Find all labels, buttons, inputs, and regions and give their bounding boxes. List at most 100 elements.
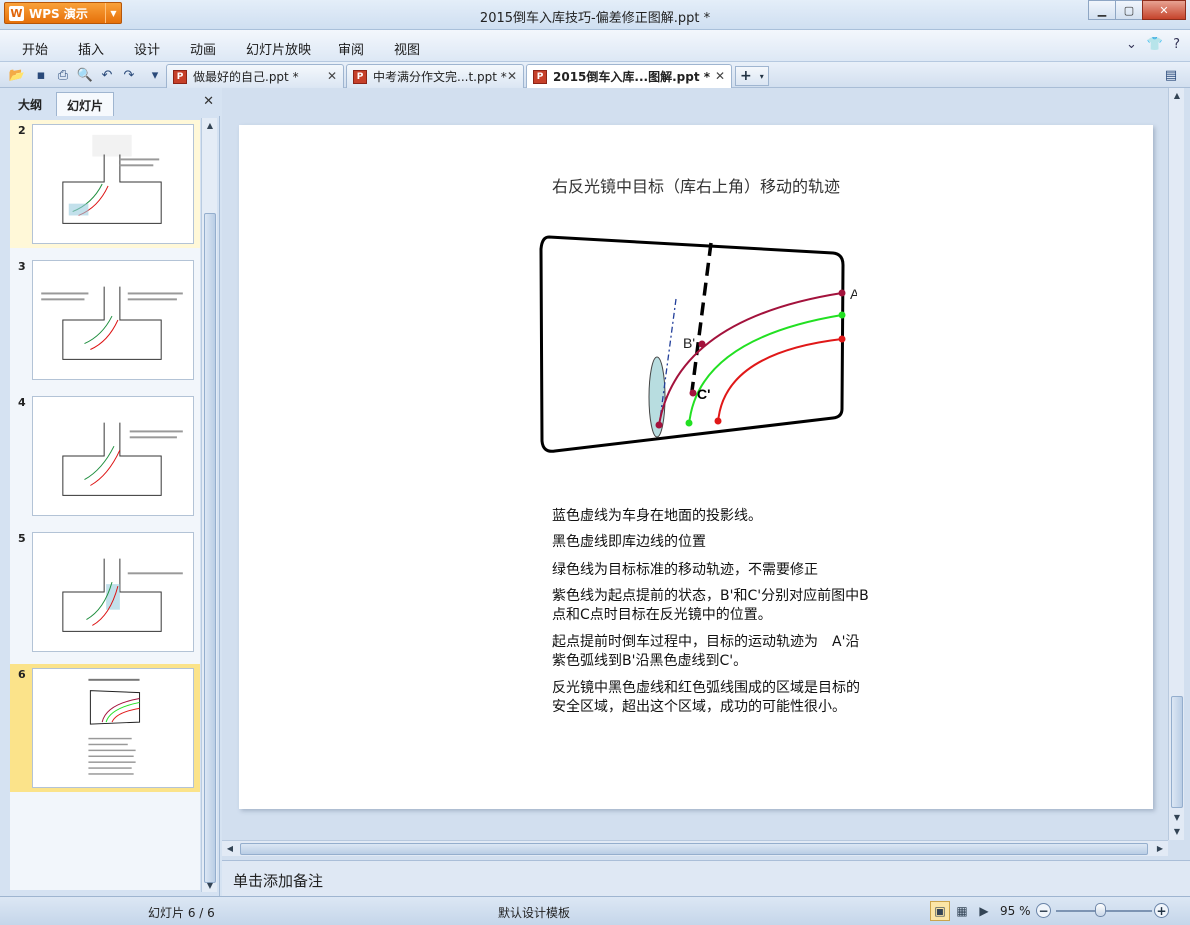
doc-tab-3[interactable]: P 2015倒车入库...图解.ppt * ✕ [526, 64, 732, 88]
close-icon[interactable]: ✕ [203, 94, 214, 109]
menu-review[interactable]: 审阅 [338, 39, 364, 58]
notes-placeholder[interactable]: 单击添加备注 [233, 870, 323, 891]
scroll-up-icon[interactable]: ▲ [202, 118, 218, 132]
slide-paragraph[interactable]: 蓝色虚线为车身在地面的投影线。 [552, 507, 882, 526]
label-b: B' [683, 335, 695, 351]
minimize-button[interactable]: ▁ [1088, 0, 1116, 20]
scrollbar-thumb[interactable] [204, 213, 216, 883]
skin-icon[interactable]: 👕 [1147, 37, 1163, 52]
slide-number: 2 [18, 124, 26, 137]
slide-counter: 幻灯片 6 / 6 [148, 906, 215, 920]
menu-insert[interactable]: 插入 [78, 39, 104, 58]
slideshow-icon[interactable]: ▶ [974, 901, 994, 921]
print-icon[interactable]: ⎙ [54, 66, 72, 84]
slide-number: 4 [18, 396, 26, 409]
menu-slideshow[interactable]: 幻灯片放映 [246, 39, 311, 58]
slide-thumbnail[interactable]: 2 [10, 120, 200, 248]
help-icon[interactable]: ? [1173, 37, 1180, 52]
slide-thumbnail[interactable]: 6 [10, 664, 200, 792]
garage-edge-dashed-line [690, 242, 713, 392]
title-bar: W WPS 演示 ▼ 2015倒车入库技巧-偏差修正图解.ppt * ▁ ▢ ✕ [0, 0, 1190, 30]
menu-view[interactable]: 视图 [394, 39, 420, 58]
doc-tab-label: 中考满分作文完...t.ppt * [373, 70, 507, 84]
tab-slides[interactable]: 幻灯片 [56, 92, 115, 116]
print-preview-icon[interactable]: 🔍 [76, 66, 94, 84]
slide-canvas[interactable]: 右反光镜中目标（库右上角）移动的轨迹 A B' C' 蓝色虚线为车身在地面的投影… [239, 125, 1153, 809]
slide-thumbnail[interactable]: 3 [10, 256, 200, 384]
editor-vertical-scrollbar[interactable]: ▲ ▼ ▼ [1168, 88, 1184, 840]
redo-icon[interactable]: ↷ [120, 66, 138, 84]
customize-dropdown-icon[interactable]: ▾ [146, 66, 164, 84]
point-green-start [685, 419, 693, 427]
close-icon[interactable]: ✕ [507, 69, 517, 83]
purple-trajectory-arc [658, 292, 843, 426]
notes-pane[interactable]: 单击添加备注 [222, 860, 1190, 896]
slide-thumbnail-list: 2 3 4 5 6 [10, 120, 200, 890]
tab-outline[interactable]: 大纲 [8, 92, 52, 116]
menu-design[interactable]: 设计 [134, 39, 160, 58]
status-bar: 幻灯片 6 / 6 默认设计模板 ▣ ▦ ▶ 95 % − + [0, 896, 1190, 925]
close-button[interactable]: ✕ [1142, 0, 1186, 20]
point-green-end [838, 311, 846, 319]
new-tab-button[interactable]: + ▾ [735, 66, 769, 86]
slide-preview [32, 532, 194, 652]
menu-home[interactable]: 开始 [22, 39, 48, 58]
ribbon-collapse-icon[interactable]: ⌄ [1126, 37, 1137, 52]
scrollbar-thumb[interactable] [240, 843, 1148, 855]
doc-tab-2[interactable]: P 中考满分作文完...t.ppt * ✕ [346, 64, 524, 88]
undo-icon[interactable]: ↶ [98, 66, 116, 84]
doc-tab-1[interactable]: P 做最好的自己.ppt * ✕ [166, 64, 344, 88]
mirror-trajectory-diagram: A' B' C' [539, 235, 857, 453]
slide-title[interactable]: 右反光镜中目标（库右上角）移动的轨迹 [239, 173, 1153, 197]
ppt-file-icon: P [533, 69, 547, 84]
save-icon[interactable]: ▪ [32, 66, 50, 84]
slide-preview [32, 124, 194, 244]
slide-preview [32, 668, 194, 788]
slides-pane: 大纲 幻灯片 ✕ 2 3 4 5 6 ▲ ▼ [0, 88, 220, 896]
thumbnail-scrollbar[interactable]: ▲ ▼ [201, 118, 217, 892]
slide-preview [32, 396, 194, 516]
slide-number: 5 [18, 532, 26, 545]
menu-animation[interactable]: 动画 [190, 39, 216, 58]
scroll-left-icon[interactable]: ◀ [222, 841, 238, 855]
quick-toolbar: 📂 ▪ ⎙ 🔍 ↶ ↷ ▾ P 做最好的自己.ppt * ✕ P 中考满分作文完… [0, 62, 1190, 88]
scrollbar-thumb[interactable] [1171, 696, 1183, 808]
slide-paragraph[interactable]: 反光镜中黑色虚线和红色弧线围成的区域是目标的安全区域，超出这个区域，成功的可能性… [552, 679, 870, 717]
window-switch-icon[interactable]: ▤ [1162, 66, 1180, 84]
next-page-icon[interactable]: ▼ [1169, 824, 1185, 838]
slide-paragraph[interactable]: 黑色虚线即库边线的位置 [552, 533, 882, 552]
point-c [689, 389, 697, 397]
chevron-down-icon[interactable]: ▾ [760, 72, 764, 81]
green-trajectory-arc [688, 314, 843, 426]
slide-thumbnail[interactable]: 4 [10, 392, 200, 520]
maximize-button[interactable]: ▢ [1115, 0, 1143, 20]
slide-thumbnail[interactable]: 5 [10, 528, 200, 656]
slide-preview [32, 260, 194, 380]
slide-paragraph[interactable]: 绿色线为目标标准的移动轨迹，不需要修正 [552, 561, 882, 580]
label-c: C' [697, 386, 710, 402]
zoom-slider-handle[interactable] [1095, 903, 1106, 917]
close-icon[interactable]: ✕ [715, 69, 725, 83]
doc-tab-label: 2015倒车入库...图解.ppt * [553, 70, 711, 84]
point-b [698, 340, 706, 348]
slide-paragraph[interactable]: 起点提前时倒车过程中，目标的运动轨迹为 A'沿紫色弧线到B'沿黑色虚线到C'。 [552, 633, 870, 671]
scroll-right-icon[interactable]: ▶ [1152, 841, 1168, 855]
slide-paragraph[interactable]: 紫色线为起点提前的状态，B'和C'分别对应前图中B点和C点时目标在反光镜中的位置… [552, 587, 870, 625]
zoom-out-icon[interactable]: − [1036, 903, 1051, 918]
point-red-end [838, 335, 846, 343]
ppt-file-icon: P [173, 69, 187, 84]
scroll-up-icon[interactable]: ▲ [1169, 88, 1185, 102]
point-red-start [714, 417, 722, 425]
editor-horizontal-scrollbar[interactable]: ◀ ▶ [222, 840, 1168, 856]
scroll-down-icon[interactable]: ▼ [202, 878, 218, 892]
window-title: 2015倒车入库技巧-偏差修正图解.ppt * [479, 11, 711, 26]
slide-editor: 右反光镜中目标（库右上角）移动的轨迹 A B' C' 蓝色虚线为车身在地面的投影… [222, 88, 1190, 860]
zoom-in-icon[interactable]: + [1154, 903, 1169, 918]
close-icon[interactable]: ✕ [327, 69, 337, 83]
label-a: A' [850, 286, 857, 302]
point-purple-start [655, 421, 663, 429]
normal-view-icon[interactable]: ▣ [930, 901, 950, 921]
scroll-down-icon[interactable]: ▼ [1169, 810, 1185, 824]
open-folder-icon[interactable]: 📂 [8, 66, 26, 84]
slide-sorter-icon[interactable]: ▦ [952, 901, 972, 921]
